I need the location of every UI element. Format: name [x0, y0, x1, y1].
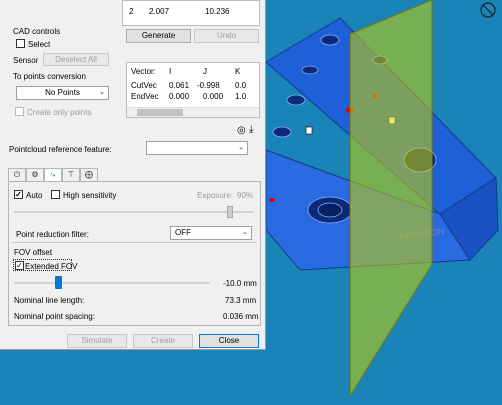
fov-slider-thumb[interactable]: [55, 276, 62, 289]
deselect-all-button[interactable]: Deselect All: [43, 53, 109, 66]
light-settings-icon[interactable]: ⚙: [26, 168, 44, 182]
point-reduction-select[interactable]: OFF ⌄: [170, 226, 252, 240]
select-checkbox[interactable]: [16, 39, 25, 48]
fov-offset-title: FOV offset: [14, 248, 53, 257]
points-conversion-value: No Points: [45, 88, 80, 97]
auto-checkbox[interactable]: ✓: [14, 190, 23, 199]
create-button[interactable]: Create: [133, 334, 193, 348]
record-icon[interactable]: ◎: [237, 125, 246, 136]
points-row-value1: 2.007: [149, 7, 170, 16]
scrollbar-thumb[interactable]: [137, 109, 183, 116]
pointcloud-ref-label: Pointcloud reference feature:: [9, 145, 112, 154]
nominal-line-length-label: Nominal line length:: [14, 296, 85, 305]
vector-row-name: CutVec: [131, 81, 157, 90]
vector-row-j: 0.000: [203, 92, 224, 101]
nominal-point-spacing-label: Nominal point spacing:: [14, 312, 95, 321]
close-button[interactable]: Close: [199, 334, 259, 348]
points-row-index: 2: [129, 7, 134, 16]
chevron-down-icon: ⌄: [242, 229, 248, 236]
vector-table[interactable]: Vector: I J K CutVec 0.061 -0.998 0.0 En…: [126, 62, 260, 118]
point-reduction-label: Point reduction filter:: [16, 230, 89, 239]
cut-plane: [349, 0, 433, 398]
extended-fov-label: Extended FOV: [25, 262, 78, 271]
create-only-points-checkbox[interactable]: [15, 107, 24, 116]
vector-header-j: J: [203, 67, 207, 76]
points-row-value2: 10.236: [205, 7, 230, 16]
pointcloud-ref-select[interactable]: ⌄: [146, 141, 248, 155]
select-label: Select: [28, 40, 51, 49]
vector-row-i: 0.000: [169, 92, 190, 101]
settings-tabs: ⏻ ⚙ ⤷ ⊤ ⨁: [8, 168, 98, 182]
fov-value: -10.0 mm: [223, 279, 257, 288]
vector-row-j: -0.998: [197, 81, 220, 90]
vector-row-k: 0.0: [235, 81, 247, 90]
nominal-line-length-value: 73.3 mm: [225, 296, 257, 305]
exposure-slider-thumb[interactable]: [227, 206, 233, 218]
chevron-down-icon: ⌄: [238, 144, 244, 151]
undo-button[interactable]: Undo: [194, 29, 259, 43]
vector-row-k: 1.0: [235, 92, 247, 101]
auto-label: Auto: [26, 191, 43, 200]
extended-fov-checkbox[interactable]: ✓: [15, 261, 24, 270]
probe-icon[interactable]: ⤓: [249, 124, 253, 135]
cad-controls-title: CAD controls: [13, 27, 61, 36]
laser-scan-dialog: 2 2.007 10.236 CAD controls Select Senso…: [0, 0, 266, 350]
power-icon[interactable]: ⏻: [8, 168, 26, 182]
filter-icon[interactable]: ⊤: [62, 168, 80, 182]
vector-table-scrollbar[interactable]: [127, 107, 259, 117]
high-sensitivity-checkbox[interactable]: [51, 190, 60, 199]
vector-row-i: 0.061: [169, 81, 190, 90]
point-reduction-value: OFF: [175, 228, 191, 237]
exposure-label: Exposure:: [197, 191, 234, 200]
sensor-label: Sensor: [13, 56, 39, 65]
fov-slider[interactable]: [14, 282, 210, 284]
high-sensitivity-label: High sensitivity: [63, 191, 117, 200]
exposure-value: 90%: [237, 191, 254, 200]
vector-header-name: Vector:: [131, 67, 156, 76]
vector-row-name: EndVec: [131, 92, 159, 101]
laser-icon[interactable]: ⤷: [44, 168, 62, 182]
generate-button[interactable]: Generate: [126, 29, 191, 43]
chevron-down-icon: ⌄: [99, 89, 105, 96]
simulate-button[interactable]: Simulate: [67, 334, 127, 348]
vector-header-k: K: [235, 67, 241, 76]
target-icon[interactable]: ⨁: [80, 168, 98, 182]
points-conversion-select[interactable]: No Points ⌄: [16, 86, 109, 100]
create-only-points-label: Create only points: [27, 108, 92, 117]
vector-header-i: I: [169, 67, 172, 76]
exposure-slider[interactable]: [14, 211, 254, 213]
points-conversion-title: To points conversion: [13, 72, 86, 81]
view-cube-icon[interactable]: [480, 2, 496, 18]
points-list[interactable]: 2 2.007 10.236: [122, 0, 260, 26]
nominal-point-spacing-value: 0.036 mm: [223, 312, 259, 321]
divider: [12, 242, 257, 243]
